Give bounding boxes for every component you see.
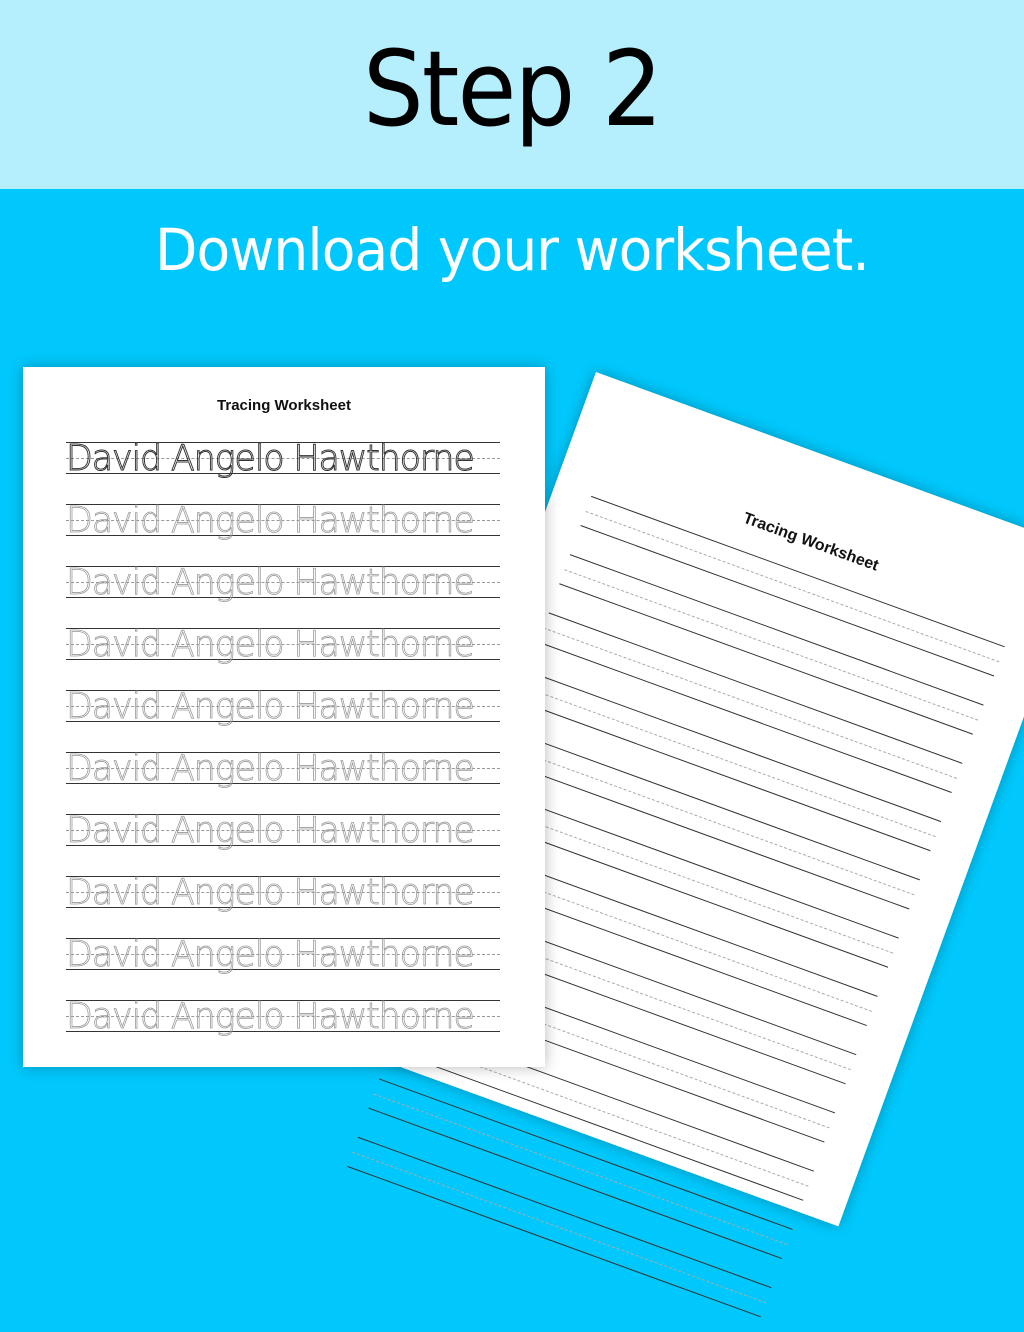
tracing-row: David Angelo Hawthorne <box>66 872 500 913</box>
tracing-row: David Angelo Hawthorne <box>66 686 500 727</box>
tracing-text: David Angelo Hawthorne <box>66 624 476 665</box>
tracing-row: David Angelo Hawthorne <box>66 810 500 851</box>
tracing-row: David Angelo Hawthorne <box>66 438 500 479</box>
tracing-row: David Angelo Hawthorne <box>66 624 500 665</box>
subtitle: Download your worksheet. <box>155 216 870 284</box>
worksheet-front-sheet: Tracing Worksheet David Angelo Hawthorne… <box>23 367 545 1067</box>
tracing-text: David Angelo Hawthorne <box>66 562 476 603</box>
tracing-row: David Angelo Hawthorne <box>66 934 500 975</box>
tracing-text: David Angelo Hawthorne <box>66 500 476 541</box>
guide-line-solid <box>347 1165 761 1318</box>
tracing-text: David Angelo Hawthorne <box>66 748 476 789</box>
tracing-text: David Angelo Hawthorne <box>66 686 476 727</box>
tracing-text: David Angelo Hawthorne <box>66 438 476 479</box>
tracing-text: David Angelo Hawthorne <box>66 810 476 851</box>
step-title: Step 2 <box>362 28 663 150</box>
tracing-text: David Angelo Hawthorne <box>66 872 476 913</box>
tracing-text: David Angelo Hawthorne <box>66 934 476 975</box>
header-band: Step 2 <box>0 0 1024 189</box>
worksheet-front-title: Tracing Worksheet <box>217 397 351 414</box>
tracing-text: David Angelo Hawthorne <box>66 996 476 1037</box>
tracing-row: David Angelo Hawthorne <box>66 748 500 789</box>
guide-line-solid <box>591 495 1005 648</box>
tracing-row: David Angelo Hawthorne <box>66 996 500 1037</box>
tracing-row: David Angelo Hawthorne <box>66 562 500 603</box>
tracing-row: David Angelo Hawthorne <box>66 500 500 541</box>
